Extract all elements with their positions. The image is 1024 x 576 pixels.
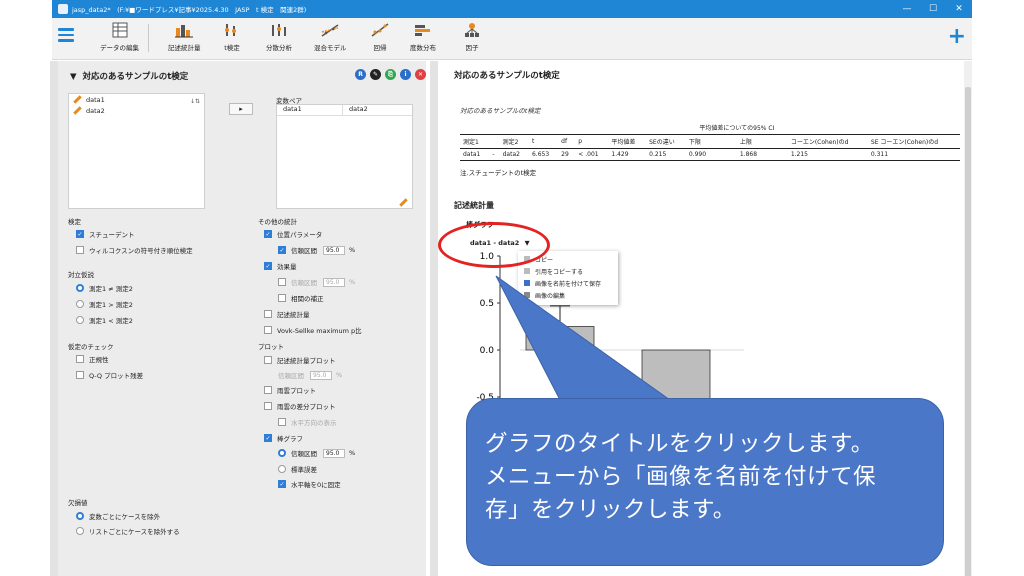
callout-line: グラフのタイトルをクリックします。 — [485, 431, 874, 457]
callout-text: グラフのタイトルをクリックします。 メニューから「画像を名前を付けて保 存」をク… — [485, 428, 930, 527]
callout-line: メニューから「画像を名前を付けて保 — [485, 464, 877, 490]
callout-line: 存」をクリックします。 — [485, 497, 736, 523]
